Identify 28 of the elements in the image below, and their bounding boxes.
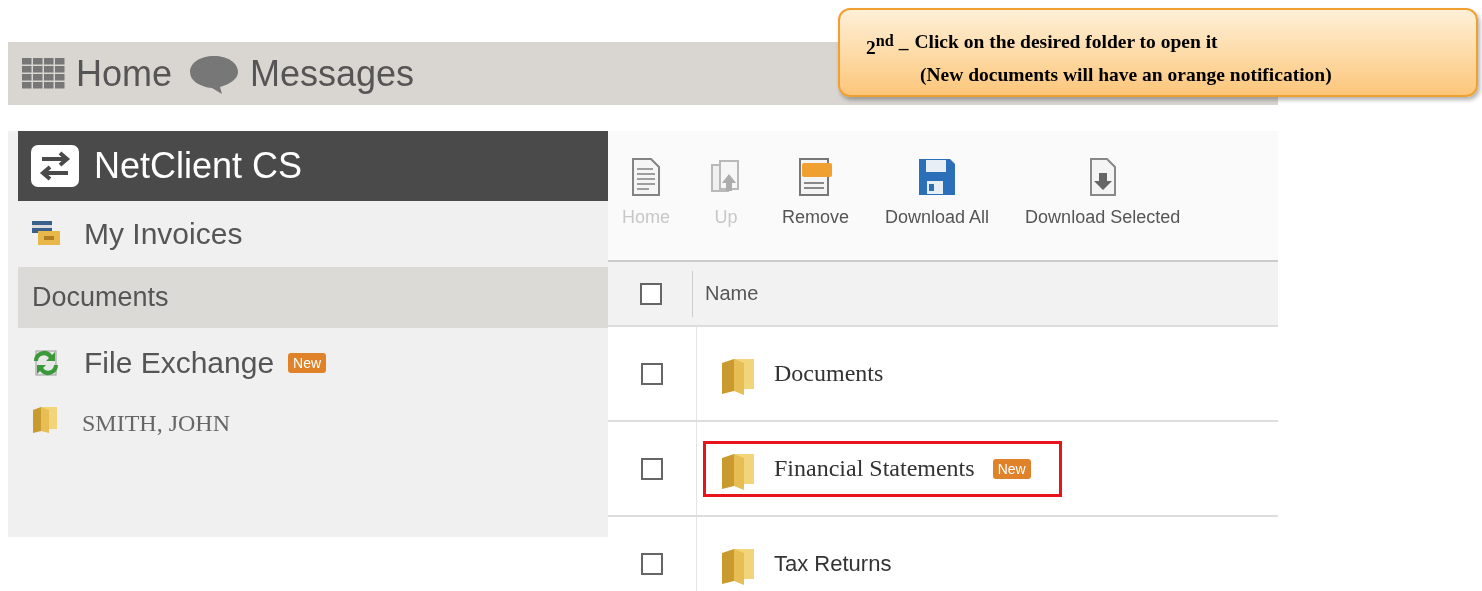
- nav-link[interactable]: Messages: [188, 52, 415, 95]
- folder-name[interactable]: Tax Returns: [774, 550, 892, 577]
- folder-name[interactable]: Documents: [774, 360, 884, 387]
- sidebar-item[interactable]: My Invoices: [84, 217, 243, 251]
- new-badge: New: [288, 353, 327, 373]
- row-checkbox[interactable]: [641, 552, 663, 575]
- column-header[interactable]: Name: [692, 270, 759, 317]
- speech-bubble-icon: [188, 53, 241, 94]
- new-badge: New: [992, 458, 1031, 479]
- document-icon: [629, 157, 663, 197]
- app-title: NetClient CS: [94, 145, 303, 187]
- row-checkbox[interactable]: [641, 362, 663, 385]
- swap-arrows-icon: [30, 144, 80, 188]
- folder-icon: [30, 404, 60, 434]
- callout-text: (New documents will have an orange notification): [920, 63, 1332, 85]
- toolbar-button[interactable]: Download Selected: [1025, 157, 1181, 228]
- callout-text: Click on the desired folder to open it: [914, 30, 1218, 54]
- sidebar-item[interactable]: SMITH, JOHN: [82, 410, 230, 437]
- toolbar-button[interactable]: Download All: [885, 157, 990, 228]
- grid-icon: [22, 57, 66, 90]
- select-all-checkbox[interactable]: [640, 282, 662, 305]
- folder-name[interactable]: Financial Statements: [774, 455, 975, 482]
- toolbar-button[interactable]: Remove: [782, 157, 850, 228]
- section-header: Documents: [18, 267, 608, 328]
- row-checkbox[interactable]: [641, 457, 663, 480]
- nav-link[interactable]: Home: [22, 52, 173, 95]
- step-number: 2$^{nd}$ –: [866, 31, 909, 60]
- sidebar-item[interactable]: File Exchange: [84, 346, 275, 380]
